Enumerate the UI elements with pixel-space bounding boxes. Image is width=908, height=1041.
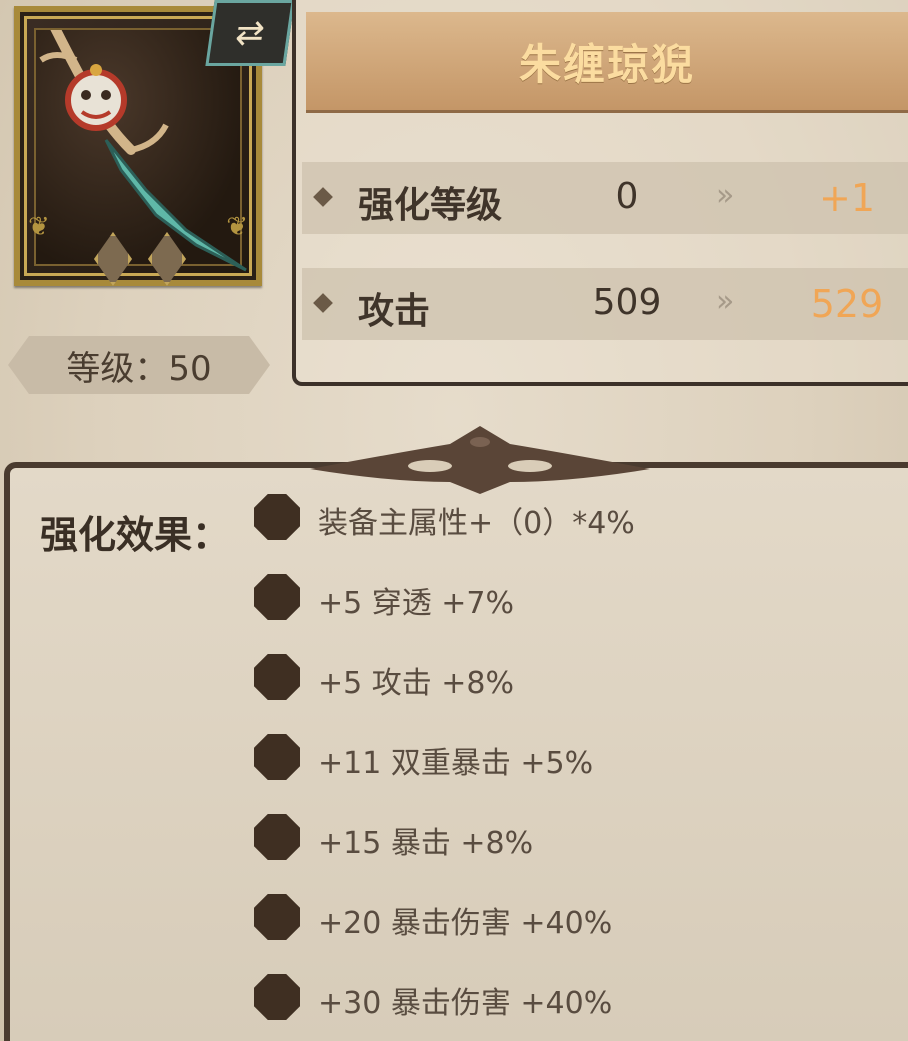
effect-row: +11 双重暴击 +5% [250, 728, 890, 788]
stat-row-enhance-level: 强化等级 0 » +1 [302, 162, 908, 234]
title-banner: 朱缠琼猊 [306, 12, 908, 113]
octagon-bullet-icon [254, 814, 300, 860]
effect-row: +20 暴击伤害 +40% [250, 888, 890, 948]
effect-row: +15 暴击 +8% [250, 808, 890, 868]
swap-arrows-icon: ⇄ [232, 13, 268, 53]
laurel-left-icon: ❦ [28, 212, 50, 242]
stat-current-value: 0 [615, 176, 639, 217]
effect-text: +11 双重暴击 +5% [318, 746, 594, 781]
diamond-bullet-icon [313, 293, 333, 313]
arrow-right-icon: » [716, 178, 735, 213]
effect-text: +5 攻击 +8% [318, 666, 515, 701]
swap-button[interactable]: ⇄ [205, 0, 295, 66]
effect-row: +5 攻击 +8% [250, 648, 890, 708]
stat-row-attack: 攻击 509 » 529 [302, 268, 908, 340]
effect-text: +15 暴击 +8% [318, 826, 534, 861]
octagon-bullet-icon [254, 734, 300, 780]
arrow-right-icon: » [716, 284, 735, 319]
effect-text: +20 暴击伤害 +40% [318, 906, 613, 941]
effect-text: +5 穿透 +7% [318, 586, 515, 621]
effect-row: +5 穿透 +7% [250, 568, 890, 628]
stat-next-value: 529 [810, 282, 884, 326]
stat-label: 强化等级 [358, 185, 503, 226]
octagon-bullet-icon [254, 654, 300, 700]
stat-current-value: 509 [592, 282, 662, 323]
stat-next-value: +1 [818, 176, 876, 220]
octagon-bullet-icon [254, 894, 300, 940]
effect-row: 装备主属性+（0）*4% [250, 488, 890, 548]
item-name: 朱缠琼猊 [518, 39, 695, 89]
laurel-right-icon: ❦ [226, 212, 248, 242]
octagon-bullet-icon [254, 494, 300, 540]
ornament-divider-icon [310, 426, 650, 494]
effects-label: 强化效果： [40, 513, 231, 557]
effect-text: +30 暴击伤害 +40% [318, 986, 613, 1021]
diamond-bullet-icon [313, 187, 333, 207]
weapon-art-icon [39, 30, 247, 272]
item-level: 等级：50 [66, 348, 212, 389]
effect-row: +30 暴击伤害 +40% [250, 968, 890, 1028]
octagon-bullet-icon [254, 974, 300, 1020]
octagon-bullet-icon [254, 574, 300, 620]
effect-text: 装备主属性+（0）*4% [318, 506, 635, 541]
stat-label: 攻击 [358, 291, 431, 332]
